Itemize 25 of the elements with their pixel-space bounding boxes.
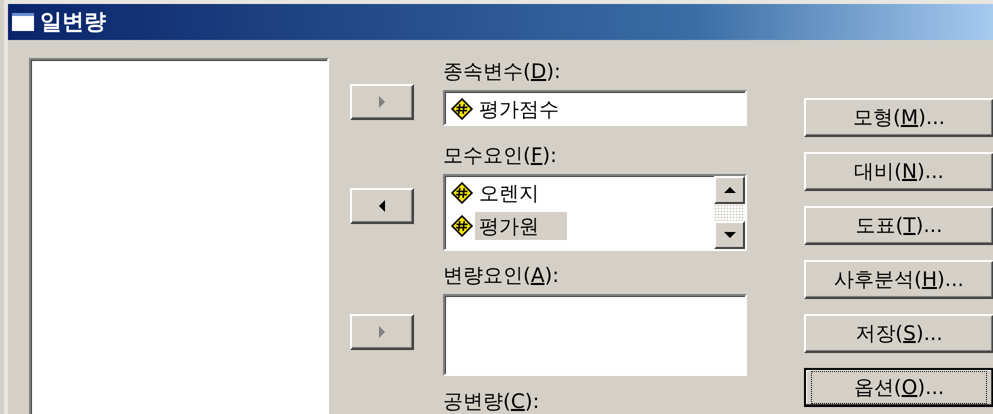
variable-list-box[interactable]: 오렌지 평가원	[443, 174, 747, 251]
dialog-button[interactable]: 사후분석(H)...	[804, 260, 993, 299]
window-icon	[12, 13, 34, 31]
scale-variable-icon	[451, 214, 473, 236]
variable-item[interactable]: 평가점수	[475, 94, 563, 122]
scroll-down-button[interactable]	[714, 221, 745, 249]
field-label: 변량요인(A):	[443, 262, 560, 289]
scroll-track[interactable]	[714, 204, 745, 221]
dialog-button[interactable]: 대비(N)...	[804, 152, 993, 191]
variable-item[interactable]: 평가원	[475, 212, 567, 240]
variable-list-box[interactable]	[443, 294, 747, 376]
field-label: 모수요인(F):	[443, 142, 558, 169]
dialog-button[interactable]: 도표(T)...	[804, 206, 993, 245]
scroll-up-button[interactable]	[714, 176, 745, 204]
field-label: 공변량(C):	[443, 388, 540, 414]
field-label: 종속변수(D):	[443, 58, 562, 85]
window-title: 일변량	[40, 9, 106, 37]
scale-variable-icon	[451, 98, 473, 120]
move-button[interactable]	[350, 188, 414, 224]
variable-field[interactable]: 평가점수	[443, 90, 747, 126]
scale-variable-icon	[451, 182, 473, 204]
dialog-button[interactable]: 옵션(O)...	[804, 368, 993, 407]
variable-item[interactable]: 오렌지	[475, 178, 543, 206]
dialog-button[interactable]: 저장(S)...	[804, 314, 993, 353]
dialog-button[interactable]: 모형(M)...	[804, 98, 993, 137]
